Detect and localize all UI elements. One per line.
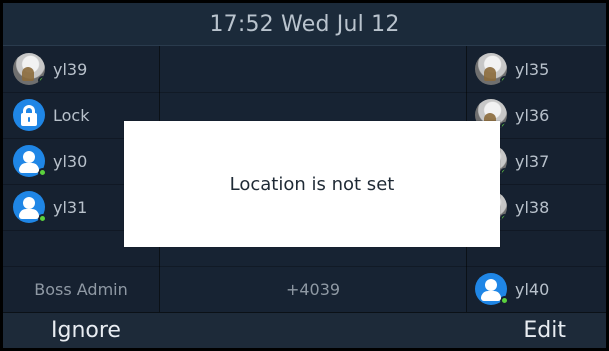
screen-border <box>0 0 609 351</box>
phone-screen: 17:52 Wed Jul 12 yl39 Lock yl30 yl31 Bos… <box>0 0 609 351</box>
